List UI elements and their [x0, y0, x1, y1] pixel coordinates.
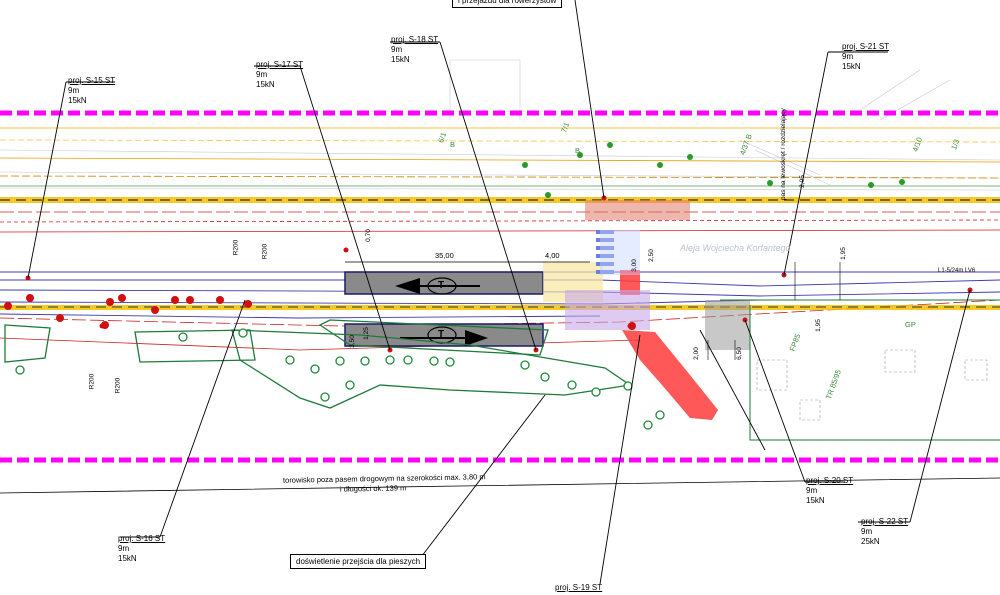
road-edge-top — [0, 197, 1000, 203]
dim-070: 0,70 — [364, 229, 372, 242]
dim-350: 3,50 — [348, 335, 356, 348]
street-name: Aleja Wojciecha Korfantego — [680, 243, 791, 253]
box-ped-crossing: doświetlenie przejścia dla pieszych — [290, 554, 427, 569]
right-footprints — [756, 349, 988, 421]
grey-block — [705, 300, 750, 350]
callout-s16: proj. S-16 ST 9m 15kN — [118, 534, 166, 563]
grid-ref-10: GP — [905, 320, 916, 329]
note-torowisko-2: i długości ok. 139 m — [339, 483, 407, 494]
radius-3: R200 — [88, 373, 96, 390]
tram-letter-lower: T — [438, 329, 445, 340]
note-cable: L1-5/24m LV6 — [938, 268, 976, 274]
callout-s18: proj. S-18 ST 9m 15kN — [391, 35, 439, 64]
dim-200: 2,00 — [692, 347, 700, 360]
tram-letter-upper: T — [438, 280, 445, 291]
callout-s22: proj. S-22 ST 9m 25kN — [861, 517, 909, 546]
dim-650: 6,50 — [735, 347, 743, 360]
dim-35: 35,00 — [435, 251, 454, 260]
grid-ref-4: B — [575, 146, 581, 155]
dim-195: 1,95 — [839, 247, 847, 260]
dim-250: 2,50 — [647, 249, 655, 262]
box-bike-crossing: i przejazdu dla rowerzystów — [452, 0, 563, 8]
cycle-path-red — [622, 330, 718, 420]
dim-300: 3,00 — [630, 259, 638, 272]
dim-4: 4,00 — [545, 251, 560, 260]
callout-s19: proj. S-19 ST — [555, 583, 603, 592]
radius-4: R200 — [114, 377, 122, 394]
dim-195b: 1,95 — [814, 319, 822, 332]
right-boundary — [720, 299, 1000, 441]
callout-s17: proj. S-17 ST 9m 15kN — [256, 60, 304, 89]
radius-2: R200 — [261, 243, 269, 260]
crossing-purple-zone — [565, 290, 650, 330]
callout-s15: proj. S-15 ST 9m 15kN — [68, 76, 116, 105]
callout-s20: proj. S-20 ST 9m 15kN — [806, 476, 854, 505]
dim-125: 1,25 — [362, 327, 370, 340]
dim-205: 2,05 — [798, 175, 806, 188]
crossing-highlight — [585, 200, 690, 220]
road-edge-bottom — [0, 305, 1000, 310]
callout-s21: proj. S-21 ST 9m 15kN — [842, 42, 890, 71]
note-lane: pas na lewoskręt / rozdzielający — [780, 108, 787, 200]
trees — [15, 328, 665, 430]
radius-1: R200 — [232, 239, 240, 256]
background-lines — [0, 59, 1000, 191]
grid-ref-2: B — [450, 140, 456, 149]
